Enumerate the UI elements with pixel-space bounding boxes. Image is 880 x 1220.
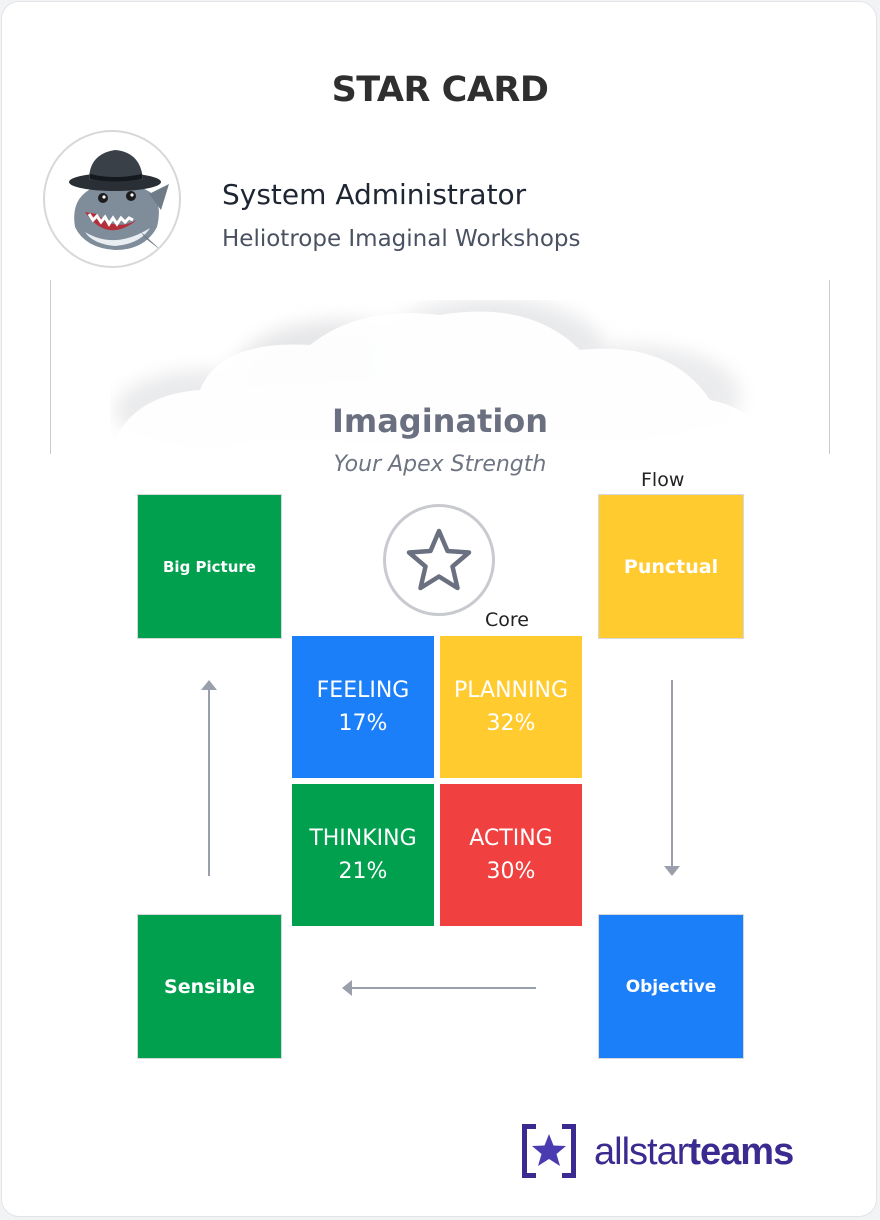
core-quadrant-acting: ACTING 30% bbox=[440, 784, 582, 926]
apex-strength-subtitle: Your Apex Strength bbox=[333, 452, 547, 477]
quadrant-percent: 30% bbox=[486, 859, 536, 884]
quadrant-name: THINKING bbox=[309, 826, 417, 851]
brand-name-light: allstar bbox=[594, 1131, 689, 1173]
flow-box-big-picture: Big Picture bbox=[137, 494, 282, 639]
flow-box-punctual: Punctual bbox=[598, 494, 744, 639]
apex-strength-title: Imagination bbox=[331, 402, 549, 440]
flow-box-objective: Objective bbox=[598, 914, 744, 1059]
quadrant-name: FEELING bbox=[316, 678, 410, 703]
quadrant-name: PLANNING bbox=[454, 678, 568, 703]
flow-box-label: Objective bbox=[625, 976, 717, 997]
card-title: STAR CARD bbox=[331, 70, 549, 110]
core-quadrant-feeling: FEELING 17% bbox=[292, 636, 434, 778]
apex-star-badge bbox=[383, 504, 495, 616]
flow-label: Flow bbox=[641, 469, 685, 491]
shark-with-fedora-avatar-icon bbox=[69, 150, 169, 252]
allstarteams-logo-icon bbox=[522, 1124, 576, 1178]
brand-name-bold: teams bbox=[688, 1131, 794, 1173]
profile-avatar bbox=[43, 130, 181, 268]
quadrant-percent: 17% bbox=[338, 711, 388, 736]
flow-box-label: Punctual bbox=[623, 555, 719, 578]
core-quadrant-thinking: THINKING 21% bbox=[292, 784, 434, 926]
brand-wordmark: allstarteams bbox=[594, 1131, 794, 1174]
profile-name: System Administrator bbox=[222, 178, 527, 211]
core-label: Core bbox=[485, 609, 529, 631]
core-quadrant-planning: PLANNING 32% bbox=[440, 636, 582, 778]
quadrant-percent: 32% bbox=[486, 711, 536, 736]
flow-arrow-down-icon bbox=[664, 680, 680, 876]
profile-organization: Heliotrope Imaginal Workshops bbox=[222, 226, 581, 252]
quadrant-percent: 21% bbox=[338, 859, 388, 884]
flow-arrow-left-icon bbox=[342, 980, 536, 996]
flow-arrow-up-icon bbox=[201, 680, 217, 876]
flow-box-label: Sensible bbox=[164, 975, 255, 998]
flow-box-label: Big Picture bbox=[163, 557, 256, 576]
quadrant-name: ACTING bbox=[469, 826, 553, 851]
flow-box-sensible: Sensible bbox=[137, 914, 282, 1059]
star-outline-icon bbox=[406, 528, 472, 591]
